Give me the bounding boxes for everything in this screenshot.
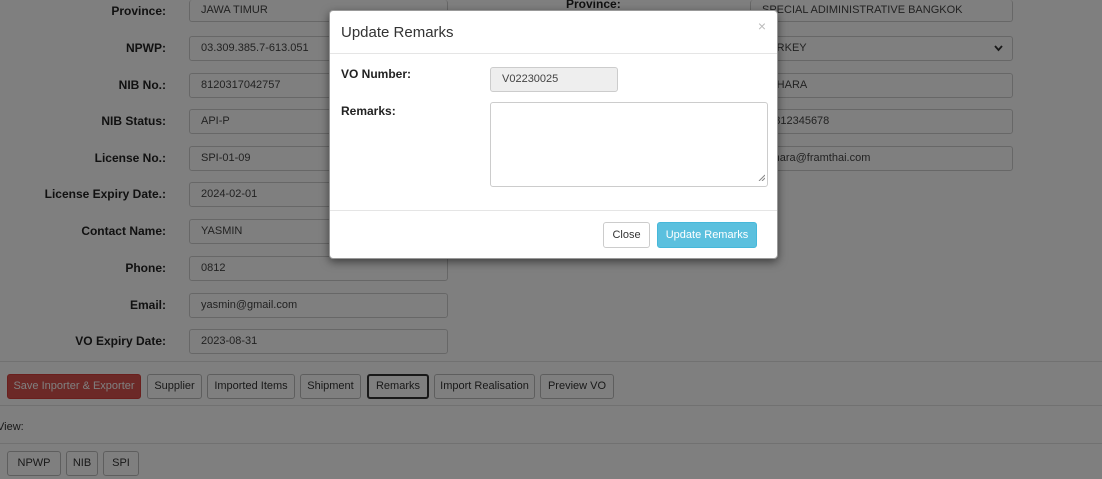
update-remarks-modal: Update Remarks × VO Number: V02230025 Re… [329,10,778,259]
remarks-label: Remarks: [341,104,396,118]
modal-title: Update Remarks [341,24,454,41]
modal-footer-divider [330,210,777,211]
update-remarks-button[interactable]: Update Remarks [657,222,757,248]
vo-number-label: VO Number: [341,67,412,81]
modal-header-divider [330,53,777,54]
vo-number-field: V02230025 [490,67,618,92]
remarks-textarea[interactable] [490,102,768,187]
resize-handle-icon[interactable] [758,170,766,184]
close-icon[interactable]: × [758,18,766,34]
close-button[interactable]: Close [603,222,650,248]
